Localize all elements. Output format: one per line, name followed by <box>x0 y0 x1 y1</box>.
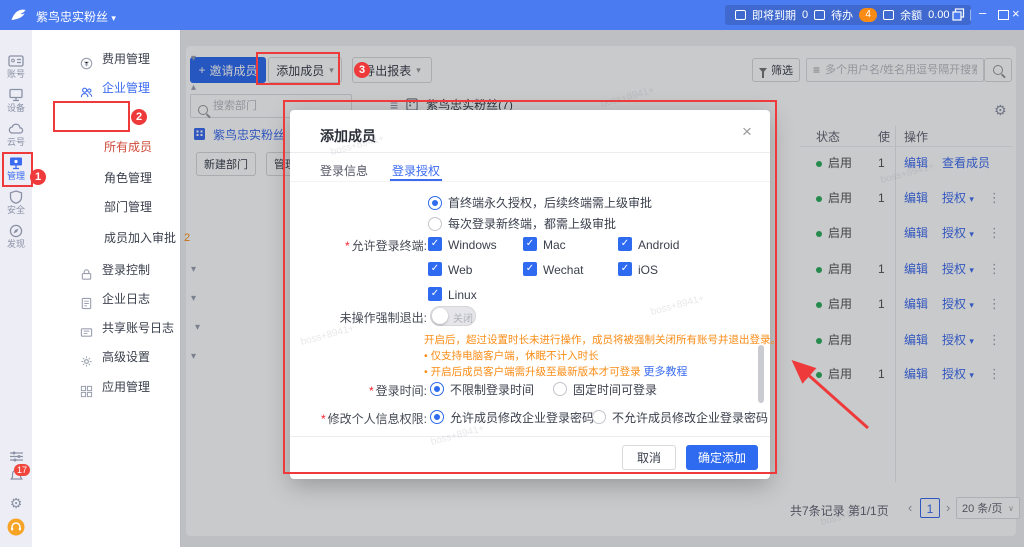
annotation-box-add-member-button <box>256 52 340 85</box>
account-status-pill[interactable]: 即将到期 0 待办 4 余额 0.00 > <box>725 5 972 25</box>
annotation-box-all-members <box>53 101 130 132</box>
todo-count-badge: 4 <box>859 8 878 22</box>
notification-count-badge: 17 <box>14 464 31 476</box>
sidebar-item-shared-account-log[interactable]: 共享账号日志 ▾ <box>32 314 200 342</box>
sidebar-item-enterprise-management[interactable]: 企业管理 ▴ <box>32 74 196 102</box>
rail-item-discover[interactable]: 发现 <box>0 224 32 250</box>
sidebar-item-member-approval[interactable]: 成员加入审批 2 <box>32 224 190 252</box>
balance-label: 余额 <box>900 10 923 22</box>
sidebar-item-fee-management[interactable]: 费用管理 ▾ <box>32 45 196 73</box>
window-switch-icon[interactable] <box>952 8 965 26</box>
titlebar: 紫鸟忠实粉丝 ▾ 即将到期 0 待办 4 余额 0.00 > | – × <box>0 0 1024 30</box>
expire-count: 0 <box>802 9 809 21</box>
sidebar-item-app-management[interactable]: 应用管理 <box>32 373 180 401</box>
sidebar-item-login-control[interactable]: 登录控制 ▾ <box>32 256 196 284</box>
minimize-button[interactable]: – <box>979 5 986 20</box>
sidebar-item-enterprise-log[interactable]: 企业日志 ▾ <box>32 285 196 313</box>
annotation-step-1: 1 <box>30 169 46 185</box>
sidebar-item-department-management[interactable]: 部门管理 <box>32 193 180 221</box>
expire-label: 即将到期 <box>752 10 796 22</box>
sidebar-item-role-management[interactable]: 角色管理 <box>32 164 180 192</box>
annotation-step-2: 2 <box>131 109 147 125</box>
maximize-button[interactable] <box>998 10 1009 20</box>
close-window-button[interactable]: × <box>1012 6 1020 21</box>
app-window: 紫鸟忠实粉丝 ▾ 即将到期 0 待办 4 余额 0.00 > | – × 账号 … <box>0 0 1024 547</box>
chevron-down-icon: ▾ <box>111 13 116 23</box>
app-management-icon <box>80 380 93 408</box>
rail-filter-settings-icon[interactable] <box>0 450 32 464</box>
wallet-icon <box>883 10 895 20</box>
settings-gear-icon[interactable]: ⚙ <box>0 496 32 510</box>
annotation-box-rail-management <box>2 152 33 187</box>
workspace-menu[interactable]: 紫鸟忠实粉丝 ▾ <box>36 8 116 25</box>
sidebar-item-advanced-settings[interactable]: 高级设置 ▾ <box>32 343 196 371</box>
notification-bell-icon[interactable]: 17 <box>0 464 32 483</box>
todo-icon <box>814 10 826 20</box>
rail-item-devices[interactable]: 设备 <box>0 88 32 114</box>
sidebar-item-all-members[interactable]: 所有成员 <box>32 133 180 161</box>
app-logo-icon <box>10 7 27 28</box>
rail-item-accounts[interactable]: 账号 <box>0 54 32 80</box>
support-headset-icon[interactable] <box>0 518 32 537</box>
annotation-step-3: 3 <box>354 62 370 78</box>
rail-item-security[interactable]: 安全 <box>0 190 32 216</box>
annotation-arrow <box>791 360 869 430</box>
icon-rail: 账号 设备 云号 管理 安全 发现 17 ⚙ <box>0 30 33 547</box>
titlebar-divider: | <box>969 7 973 21</box>
rail-item-cloud[interactable]: 云号 <box>0 122 32 148</box>
todo-label: 待办 <box>831 10 854 22</box>
calendar-icon <box>735 10 746 20</box>
annotation-box-modal <box>283 100 777 474</box>
balance-value: 0.00 <box>928 9 950 21</box>
